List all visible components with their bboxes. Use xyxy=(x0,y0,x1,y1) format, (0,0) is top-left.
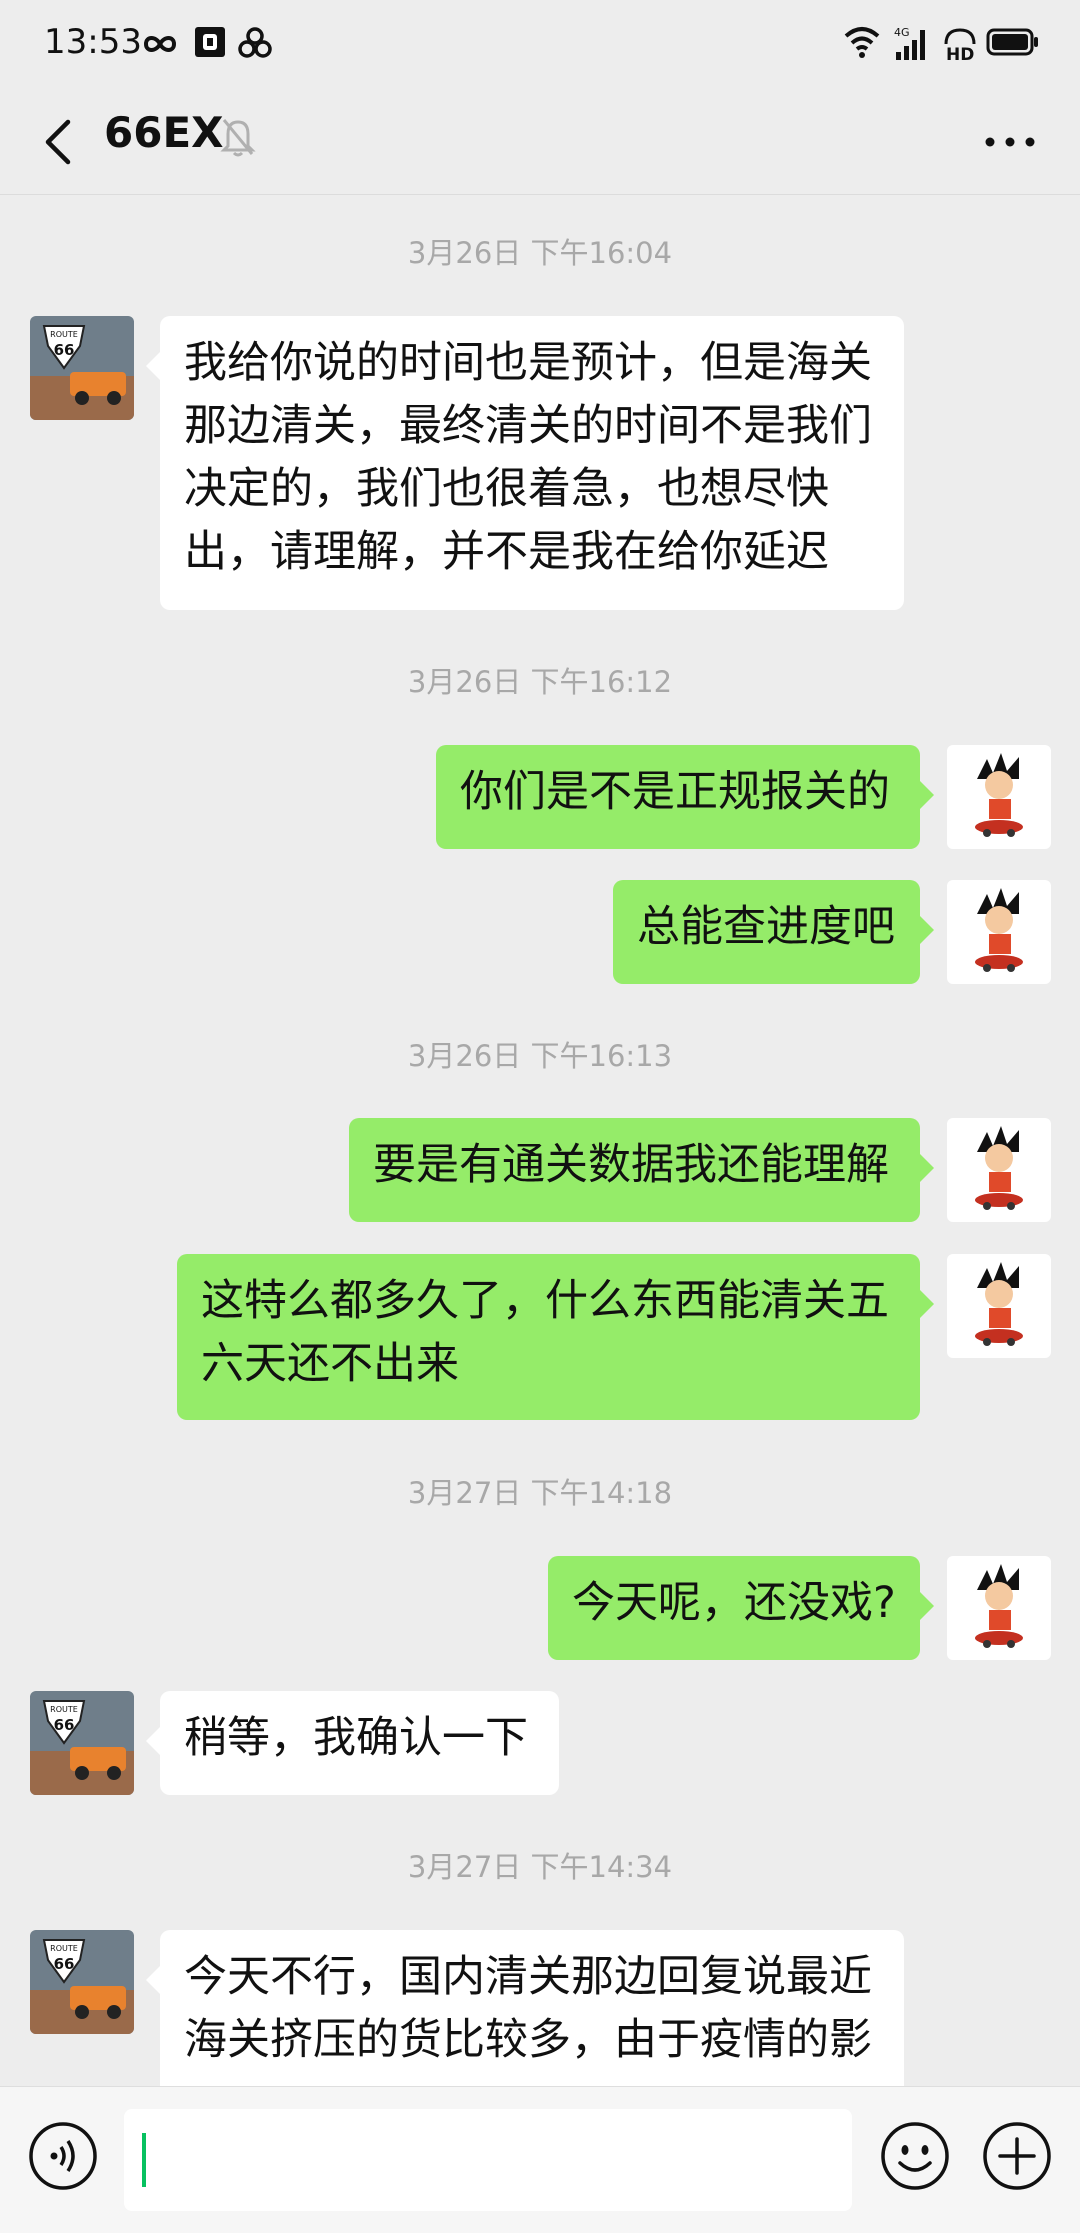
shield-app-icon xyxy=(195,27,225,57)
cartoon-avatar-image xyxy=(947,1556,1051,1660)
chevron-left-icon[interactable] xyxy=(32,110,92,174)
status-time: 13:53 xyxy=(44,22,142,62)
plus-icon[interactable] xyxy=(980,2119,1054,2193)
bell-muted-icon xyxy=(220,119,256,157)
contact-avatar[interactable]: ROUTE 66 xyxy=(30,316,134,420)
user-avatar[interactable] xyxy=(947,745,1051,849)
text-cursor xyxy=(142,2133,146,2187)
svg-text:4G: 4G xyxy=(894,26,910,39)
user-avatar[interactable] xyxy=(947,1254,1051,1358)
pinwheel-icon xyxy=(238,27,272,58)
timestamp: 3月27日 下午14:34 xyxy=(407,1850,673,1884)
message-bubble-outgoing[interactable]: 这特么都多久了，什么东西能清关五 六天还不出来 xyxy=(177,1254,934,1420)
svg-text:66: 66 xyxy=(54,1955,75,1973)
timestamp: 3月26日 下午16:12 xyxy=(407,665,673,699)
cartoon-avatar-image xyxy=(947,1254,1051,1358)
input-bar xyxy=(0,2086,1080,2233)
chat-header: 66EX xyxy=(0,90,1080,195)
timestamp: 3月27日 下午14:18 xyxy=(407,1476,673,1510)
user-avatar[interactable] xyxy=(947,1556,1051,1660)
route66-avatar-image: ROUTE 66 xyxy=(30,316,134,420)
message-bubble-outgoing[interactable]: 总能查进度吧 xyxy=(613,880,934,984)
contact-avatar[interactable]: ROUTE 66 xyxy=(30,1691,134,1795)
wifi-icon xyxy=(844,27,880,58)
message-bubble-outgoing[interactable]: 你们是不是正规报关的 xyxy=(436,745,934,849)
message-bubble-incoming[interactable]: 我给你说的时间也是预计，但是海关 那边清关，最终清关的时间不是我们 决定的，我们… xyxy=(146,316,904,610)
message-bubble-outgoing[interactable]: 今天呢，还没戏? xyxy=(548,1556,934,1660)
user-avatar[interactable] xyxy=(947,880,1051,984)
user-avatar[interactable] xyxy=(947,1118,1051,1222)
cartoon-avatar-image xyxy=(947,880,1051,984)
route66-avatar-image: ROUTE 66 xyxy=(30,1930,134,2034)
timestamp: 3月26日 下午16:04 xyxy=(407,236,673,270)
message-bubble-outgoing[interactable]: 要是有通关数据我还能理解 xyxy=(349,1118,934,1222)
hd-icon: HD xyxy=(944,28,976,64)
message-bubble-incoming[interactable]: 稍等，我确认一下 xyxy=(146,1691,559,1795)
svg-text:ROUTE: ROUTE xyxy=(50,330,78,339)
contact-avatar[interactable]: ROUTE 66 xyxy=(30,1930,134,2034)
svg-text:66: 66 xyxy=(54,1716,75,1734)
cartoon-avatar-image xyxy=(947,745,1051,849)
more-dots-icon[interactable] xyxy=(980,118,1040,166)
svg-text:ROUTE: ROUTE xyxy=(50,1944,78,1953)
timestamp: 3月26日 下午16:13 xyxy=(407,1039,673,1073)
message-input[interactable] xyxy=(124,2109,852,2211)
infinity-icon xyxy=(143,36,177,52)
chat-title: 66EX xyxy=(104,108,224,157)
svg-text:ROUTE: ROUTE xyxy=(50,1705,78,1714)
emoji-icon[interactable] xyxy=(878,2119,952,2193)
svg-text:HD: HD xyxy=(946,45,974,64)
voice-icon[interactable] xyxy=(26,2119,100,2193)
route66-avatar-image: ROUTE 66 xyxy=(30,1691,134,1795)
cartoon-avatar-image xyxy=(947,1118,1051,1222)
status-bar: 13:53 4G HD xyxy=(0,0,1080,90)
battery-icon xyxy=(986,28,1038,56)
svg-text:66: 66 xyxy=(54,341,75,359)
signal-4g-icon: 4G xyxy=(894,26,925,60)
